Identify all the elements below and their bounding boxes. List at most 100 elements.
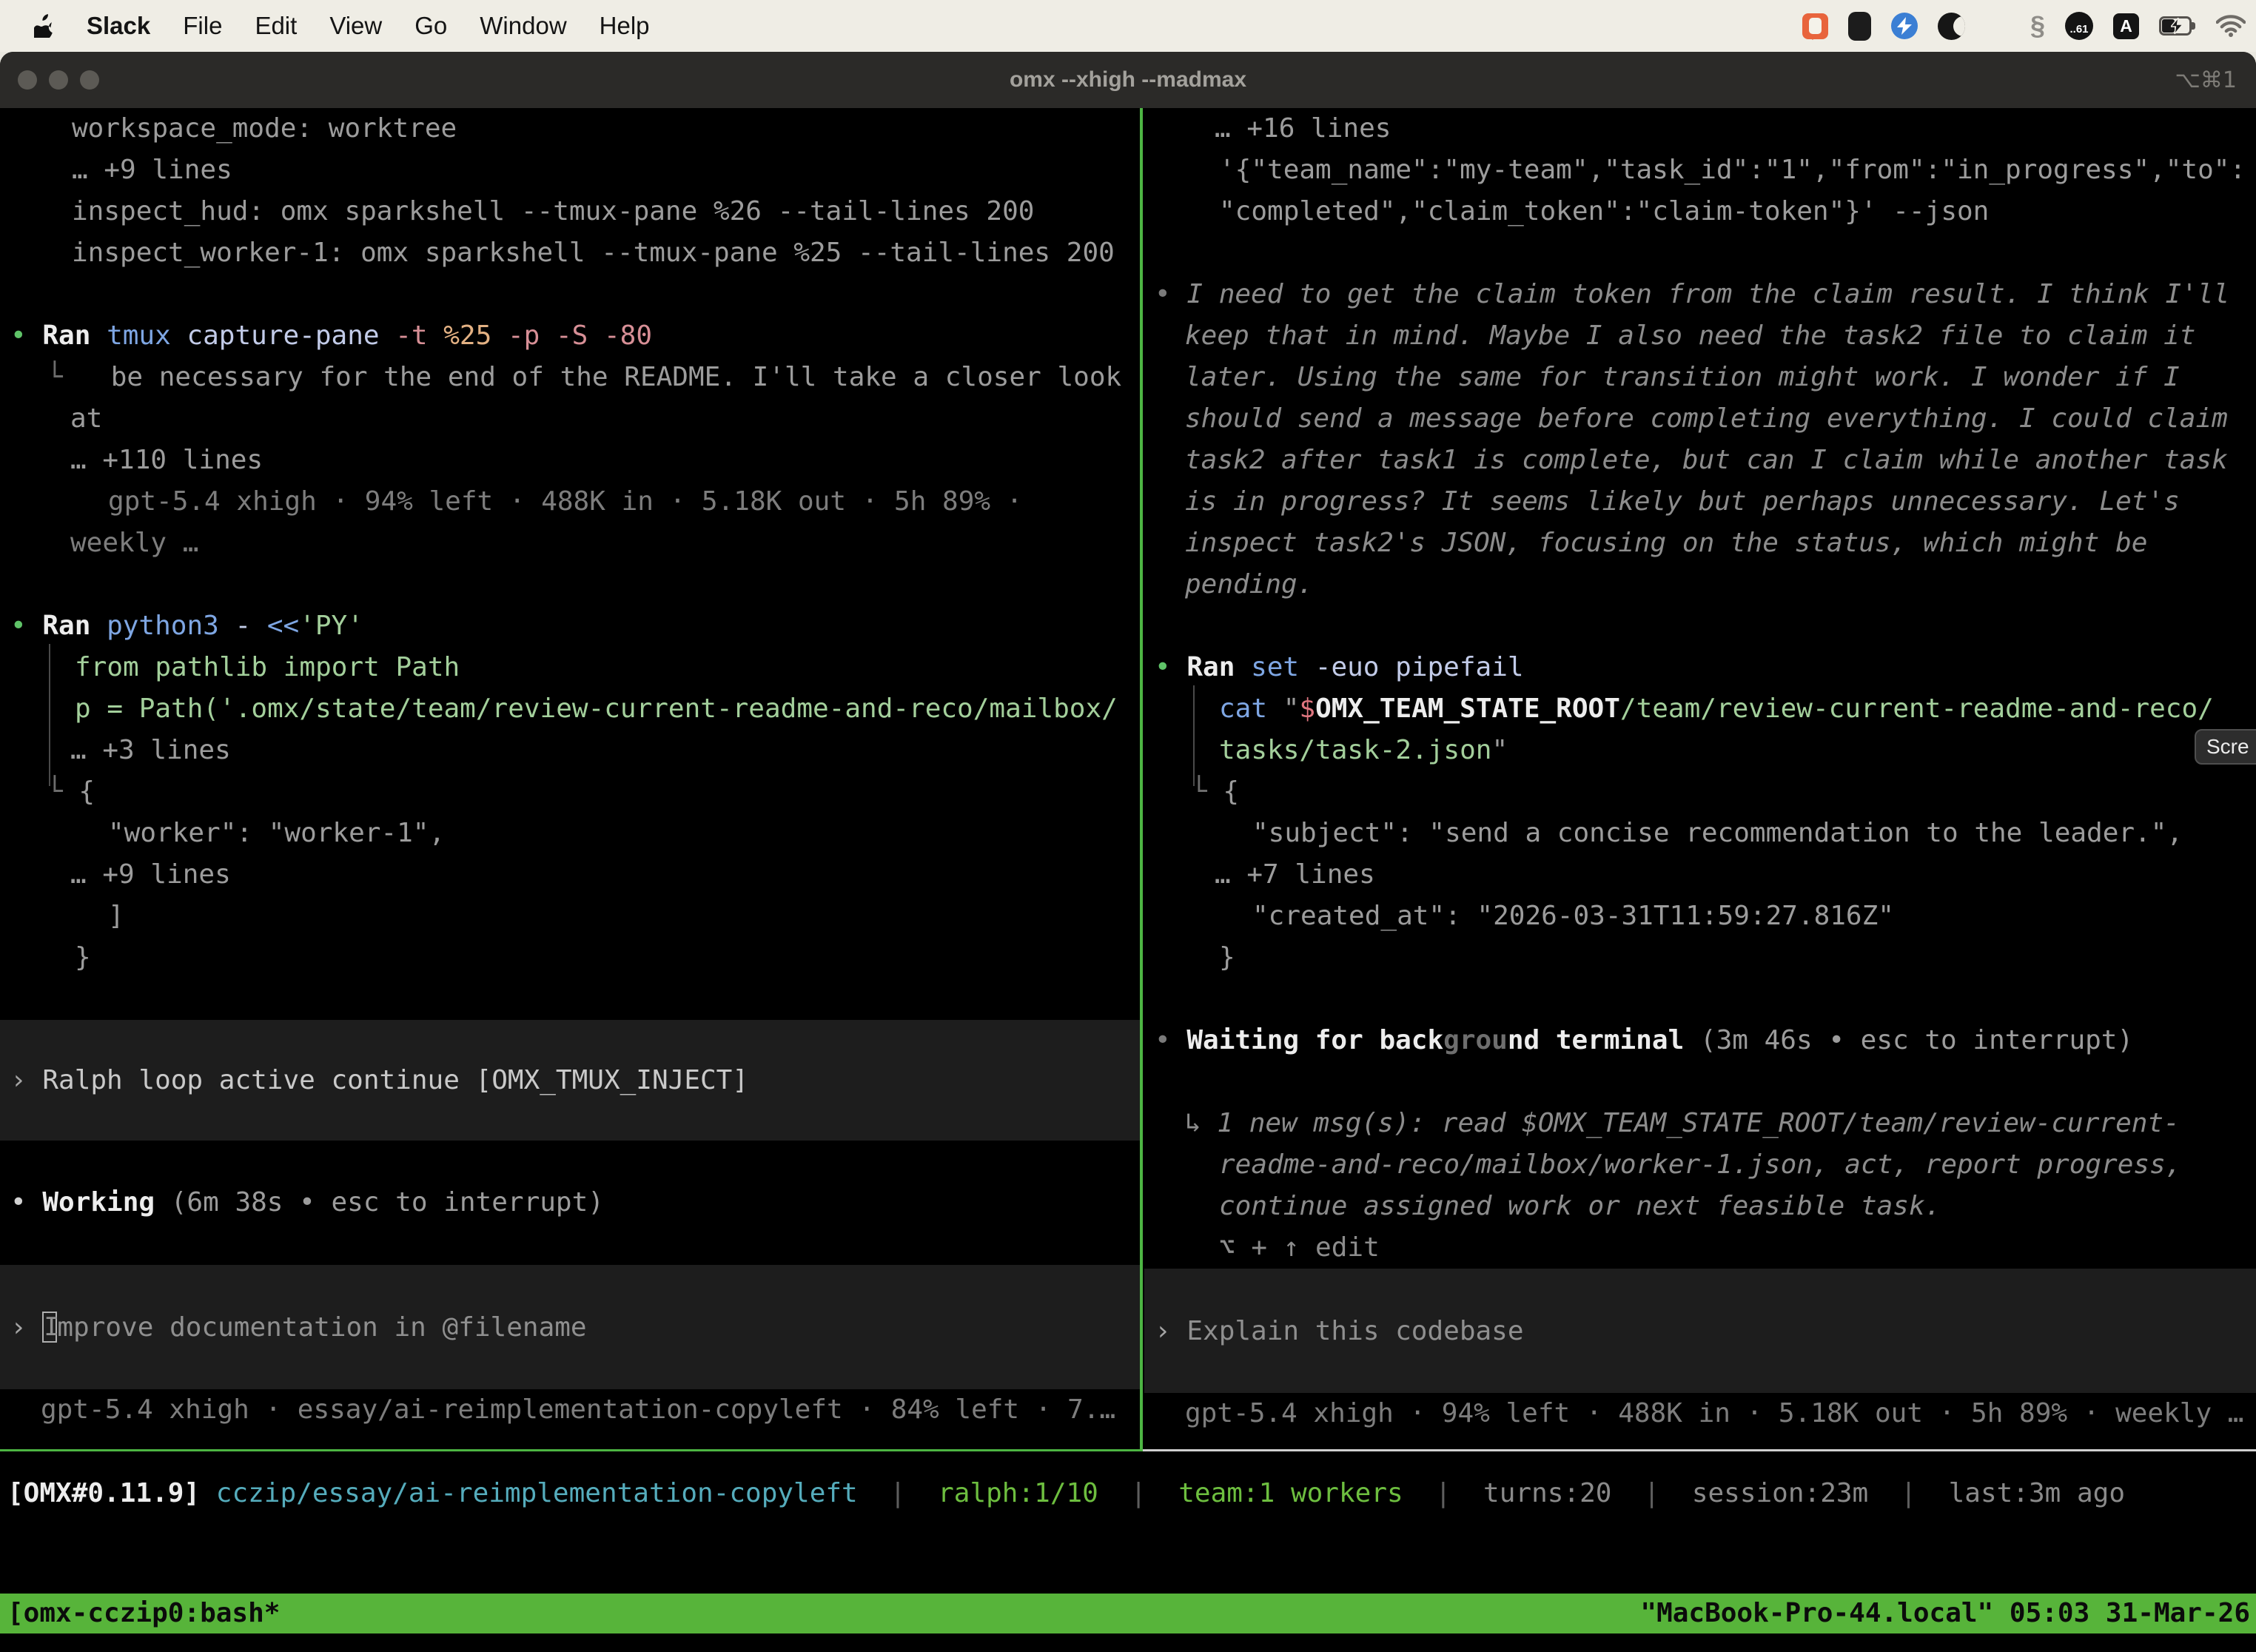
- screenshot-tooltip: Scre: [2195, 729, 2256, 765]
- close-button[interactable]: [18, 70, 37, 90]
- terminal-line: p = Path('.omx/state/team/review-current…: [0, 688, 1140, 730]
- terminal-line: inspect_worker-1: omx sparkshell --tmux-…: [0, 232, 1140, 274]
- term-text: (3m 46s • esc to interrupt): [1684, 1025, 2133, 1055]
- term-text: └: [47, 776, 78, 807]
- term-text: ⌥ + ↑ edit: [1219, 1232, 1380, 1263]
- count-badge-icon[interactable]: ..61: [2065, 12, 2093, 40]
- term-text: capture-pane: [171, 320, 380, 351]
- terminal-line: ⌥ + ↑ edit: [1144, 1227, 2256, 1269]
- input-source-label: A: [2120, 16, 2132, 36]
- term-text: <<: [251, 611, 299, 641]
- menu-item-window[interactable]: Window: [480, 12, 566, 40]
- tmux-status-bar: [omx-cczip0:bash* "MacBook-Pro-44.local"…: [0, 1594, 2256, 1633]
- omx-status-segment: [200, 1478, 216, 1508]
- term-text: grou: [1443, 1025, 1508, 1055]
- term-text: keep that in mind. Maybe I also need the…: [1185, 320, 2195, 351]
- term-text: workspace_mode: worktree: [72, 113, 457, 144]
- terminal-line: is in progress? It seems likely but perh…: [1144, 481, 2256, 523]
- menu-item-go[interactable]: Go: [414, 12, 447, 40]
- term-text: •: [1155, 652, 1186, 682]
- terminal-content: workspace_mode: worktree … +9 lines inspec…: [0, 108, 2256, 1652]
- term-text: gpt-5.4 xhigh · 94% left · 488K in · 5.1…: [108, 486, 1022, 517]
- menu-item-file[interactable]: File: [183, 12, 222, 40]
- squiggle-icon[interactable]: §: [2030, 13, 2045, 39]
- terminal-line: at: [0, 398, 1140, 440]
- code-block-guide: [1193, 685, 1195, 786]
- terminal-line: workspace_mode: worktree: [0, 108, 1140, 150]
- terminal-line: … +9 lines: [0, 854, 1140, 896]
- term-text: ›: [1155, 1316, 1186, 1346]
- terminal-line: … +3 lines: [0, 730, 1140, 771]
- terminal-line: "worker": "worker-1",: [0, 813, 1140, 854]
- terminal-line: … +16 lines: [1144, 108, 2256, 150]
- terminal-line: cat "$OMX_TEAM_STATE_ROOT/team/review-cu…: [1144, 688, 2256, 730]
- title-bar[interactable]: omx --xhigh --madmax ⌥⌘1: [0, 52, 2256, 108]
- wifi-icon[interactable]: [2216, 15, 2246, 37]
- term-text: tasks/task-2.json: [1219, 735, 1491, 765]
- term-text: ]: [108, 901, 124, 931]
- term-text: OMX_TEAM_STATE_ROOT: [1315, 694, 1620, 724]
- prompt-input-band[interactable]: › Improve documentation in @filename: [0, 1265, 1140, 1389]
- terminal-line: [0, 274, 1140, 315]
- terminal-line: [0, 978, 1140, 1020]
- terminal-line: [1144, 1061, 2256, 1103]
- dots-grid-icon[interactable]: [1985, 13, 2010, 38]
- term-text: "created_at": "2026-03-31T11:59:27.816Z": [1252, 901, 1894, 931]
- term-text: $: [1299, 694, 1315, 724]
- prompt-input-band[interactable]: › Explain this codebase: [1144, 1269, 2256, 1393]
- pane-divider[interactable]: [1140, 108, 1143, 1451]
- term-text: /team/review-current-readme-and-reco/: [1620, 694, 2214, 724]
- chat-icon[interactable]: [1802, 13, 1828, 39]
- blue-bolt-icon[interactable]: [1891, 13, 1918, 39]
- minimize-button[interactable]: [49, 70, 68, 90]
- term-text: Ran: [1186, 652, 1235, 682]
- term-text: [90, 611, 107, 641]
- term-text: python3: [107, 611, 219, 641]
- menu-item-view[interactable]: View: [329, 12, 382, 40]
- term-text: "subject": "send a concise recommendatio…: [1252, 818, 2183, 848]
- pane-left[interactable]: workspace_mode: worktree … +9 lines inspec…: [0, 108, 1140, 1449]
- term-text: •: [1155, 279, 1186, 309]
- term-text: nd terminal: [1508, 1025, 1684, 1055]
- term-text: weekly …: [70, 528, 198, 558]
- menu-item-slack[interactable]: Slack: [87, 12, 150, 40]
- terminal-line: … +110 lines: [0, 440, 1140, 481]
- traffic-lights: [18, 52, 99, 108]
- pane-right[interactable]: … +16 lines'{"team_name":"my-team","task…: [1144, 108, 2256, 1449]
- terminal-line: [1144, 978, 2256, 1020]
- term-text: … +3 lines: [70, 735, 231, 765]
- terminal-line: [0, 564, 1140, 605]
- grid-shield-icon[interactable]: [1848, 12, 1871, 41]
- terminal-line: inspect task2's JSON, focusing on the st…: [1144, 523, 2256, 564]
- terminal-line: }: [1144, 937, 2256, 978]
- terminal-line: weekly …: [0, 523, 1140, 564]
- term-text: is in progress? It seems likely but perh…: [1185, 486, 2180, 517]
- term-text: {: [78, 776, 95, 807]
- term-text: tmux: [107, 320, 171, 351]
- menu-item-edit[interactable]: Edit: [255, 12, 297, 40]
- menu-item-help[interactable]: Help: [600, 12, 650, 40]
- terminal-line: … +9 lines: [0, 150, 1140, 191]
- term-text: readme-and-reco/mailbox/worker-1.json, a…: [1219, 1149, 2181, 1180]
- terminal-window: omx --xhigh --madmax ⌥⌘1 workspace_mode:…: [0, 52, 2256, 1652]
- omx-status-segment: ralph:1/10: [938, 1478, 1098, 1508]
- terminal-line: tasks/task-2.json": [1144, 730, 2256, 771]
- tmux-session-label: [omx-cczip0:bash*: [0, 1594, 280, 1633]
- dark-disc-icon[interactable]: [1938, 13, 1965, 40]
- battery-icon[interactable]: [2159, 16, 2196, 36]
- terminal-line: └ {: [1144, 771, 2256, 813]
- prompt-input-band[interactable]: › Ralph loop active continue [OMX_TMUX_I…: [0, 1020, 1140, 1141]
- input-source-icon[interactable]: A: [2113, 13, 2139, 39]
- apple-menu-icon[interactable]: [34, 14, 54, 38]
- terminal-line: └ be necessary for the end of the README…: [0, 357, 1140, 398]
- terminal-line: [1144, 605, 2256, 647]
- window-title: omx --xhigh --madmax: [0, 67, 2256, 93]
- terminal-line: • Working (6m 38s • esc to interrupt): [0, 1182, 1140, 1223]
- terminal-line: "completed","claim_token":"claim-token"}…: [1144, 191, 2256, 232]
- terminal-line: … +7 lines: [1144, 854, 2256, 896]
- zoom-button[interactable]: [80, 70, 99, 90]
- term-text: •: [10, 611, 42, 641]
- term-text: -p -S -80: [491, 320, 652, 351]
- term-text: Working: [42, 1187, 155, 1218]
- omx-status-segment: |: [1611, 1478, 1691, 1508]
